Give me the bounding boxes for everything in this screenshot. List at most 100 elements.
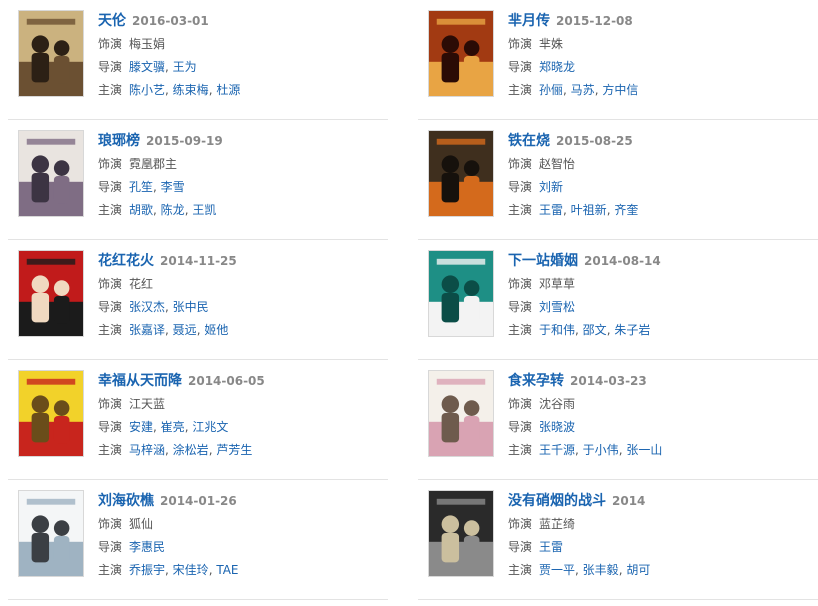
director-link[interactable]: 李雪 <box>161 180 185 194</box>
role-label: 饰演 <box>98 277 123 291</box>
air-date: 2014-01-26 <box>160 494 237 508</box>
separator: , <box>575 563 583 577</box>
drama-title-link[interactable]: 食来孕转 <box>508 373 564 389</box>
air-date: 2014 <box>612 494 646 508</box>
cast-link[interactable]: 王雷 <box>539 203 563 217</box>
drama-title-link[interactable]: 幸福从天而降 <box>98 373 182 389</box>
cast-link[interactable]: 齐奎 <box>614 203 638 217</box>
director-link[interactable]: 张晓波 <box>539 420 575 434</box>
poster-image[interactable] <box>428 250 494 337</box>
cast-link[interactable]: 王千源 <box>539 443 575 457</box>
cast-link[interactable]: 乔振宇 <box>129 563 165 577</box>
director-link[interactable]: 王为 <box>173 60 197 74</box>
director-link[interactable]: 江兆文 <box>192 420 228 434</box>
poster-image[interactable] <box>428 490 494 577</box>
drama-title-link[interactable]: 芈月传 <box>508 13 550 29</box>
cast-link[interactable]: 涂松岩 <box>173 443 209 457</box>
air-date: 2015-09-19 <box>146 134 223 148</box>
cast-label: 主演 <box>508 443 533 457</box>
drama-title-link[interactable]: 花红花火 <box>98 253 154 269</box>
cast-link[interactable]: 张嘉译 <box>129 323 165 337</box>
cast-link[interactable]: 邵文 <box>583 323 607 337</box>
list-item: 下一站婚姻 2014-08-14 饰演 邓草草 导演 刘雪松 主演 于和伟, 邵文, 朱… <box>418 240 818 360</box>
role-name: 霓凰郡主 <box>129 157 178 171</box>
cast-link[interactable]: 练束梅 <box>173 83 209 97</box>
director-link[interactable]: 李惠民 <box>129 540 165 554</box>
director-link[interactable]: 刘雪松 <box>539 300 575 314</box>
cast-link[interactable]: TAE <box>216 563 238 577</box>
air-date: 2016-03-01 <box>132 14 209 28</box>
cast-link[interactable]: 姬他 <box>204 323 228 337</box>
cast-link[interactable]: 宋佳玲 <box>173 563 209 577</box>
role-row: 饰演 梅玉娟 <box>98 33 388 56</box>
cast-link[interactable]: 张丰毅 <box>583 563 619 577</box>
cast-link[interactable]: 贾一平 <box>539 563 575 577</box>
cast-link[interactable]: 方中信 <box>602 83 638 97</box>
poster-image[interactable] <box>428 370 494 457</box>
cast-row: 主演 王雷, 叶祖新, 齐奎 <box>508 199 818 222</box>
cast-link[interactable]: 于小伟 <box>583 443 619 457</box>
list-item: 芈月传 2015-12-08 饰演 芈姝 导演 郑晓龙 主演 孙俪, 马苏, 方中信 <box>418 0 818 120</box>
role-row: 饰演 江天蓝 <box>98 393 388 416</box>
drama-title-link[interactable]: 铁在烧 <box>508 133 550 149</box>
cast-link[interactable]: 朱子岩 <box>614 323 650 337</box>
cast-link[interactable]: 张一山 <box>626 443 662 457</box>
director-link[interactable]: 安建 <box>129 420 153 434</box>
separator: , <box>575 323 583 337</box>
poster-image[interactable] <box>18 250 84 337</box>
role-label: 饰演 <box>98 37 123 51</box>
cast-link[interactable]: 王凯 <box>192 203 216 217</box>
air-date: 2014-08-14 <box>584 254 661 268</box>
poster-image[interactable] <box>428 130 494 217</box>
poster-art <box>19 131 83 216</box>
cast-label: 主演 <box>508 203 533 217</box>
director-link[interactable]: 郑晓龙 <box>539 60 575 74</box>
cast-link[interactable]: 孙俪 <box>539 83 563 97</box>
role-row: 饰演 花红 <box>98 273 388 296</box>
separator: , <box>563 83 571 97</box>
drama-title-link[interactable]: 刘海砍樵 <box>98 493 154 509</box>
cast-label: 主演 <box>508 323 533 337</box>
drama-title-link[interactable]: 下一站婚姻 <box>508 253 578 269</box>
director-label: 导演 <box>508 420 533 434</box>
director-label: 导演 <box>98 180 123 194</box>
cast-label: 主演 <box>98 83 123 97</box>
cast-label: 主演 <box>98 563 123 577</box>
poster-image[interactable] <box>428 10 494 97</box>
director-link[interactable]: 张中民 <box>173 300 209 314</box>
cast-link[interactable]: 陈小艺 <box>129 83 165 97</box>
cast-link[interactable]: 聂远 <box>173 323 197 337</box>
role-row: 饰演 赵智怡 <box>508 153 818 176</box>
cast-link[interactable]: 芦芳生 <box>216 443 252 457</box>
director-link[interactable]: 刘新 <box>539 180 563 194</box>
director-label: 导演 <box>98 540 123 554</box>
cast-link[interactable]: 陈龙 <box>161 203 185 217</box>
cast-link[interactable]: 马梓涵 <box>129 443 165 457</box>
cast-link[interactable]: 马苏 <box>571 83 595 97</box>
role-row: 饰演 霓凰郡主 <box>98 153 388 176</box>
cast-link[interactable]: 胡歌 <box>129 203 153 217</box>
cast-row: 主演 马梓涵, 涂松岩, 芦芳生 <box>98 439 388 462</box>
drama-title-link[interactable]: 琅琊榜 <box>98 133 140 149</box>
cast-link[interactable]: 叶祖新 <box>571 203 607 217</box>
filmography-list: 天伦 2016-03-01 饰演 梅玉娟 导演 滕文骥, 王为 主演 陈小艺, 练束梅,… <box>8 0 818 600</box>
director-link[interactable]: 崔亮 <box>161 420 185 434</box>
director-link[interactable]: 滕文骥 <box>129 60 165 74</box>
cast-label: 主演 <box>508 83 533 97</box>
poster-image[interactable] <box>18 370 84 457</box>
cast-link[interactable]: 杜源 <box>216 83 240 97</box>
director-link[interactable]: 孔笙 <box>129 180 153 194</box>
director-row: 导演 安建, 崔亮, 江兆文 <box>98 416 388 439</box>
director-link[interactable]: 张汉杰 <box>129 300 165 314</box>
poster-image[interactable] <box>18 10 84 97</box>
role-label: 饰演 <box>508 37 533 51</box>
director-link[interactable]: 王雷 <box>539 540 563 554</box>
drama-title-link[interactable]: 没有硝烟的战斗 <box>508 493 606 509</box>
cast-link[interactable]: 胡可 <box>626 563 650 577</box>
poster-image[interactable] <box>18 130 84 217</box>
poster-art <box>19 11 83 96</box>
cast-link[interactable]: 于和伟 <box>539 323 575 337</box>
drama-title-link[interactable]: 天伦 <box>98 13 126 29</box>
director-label: 导演 <box>508 60 533 74</box>
poster-image[interactable] <box>18 490 84 577</box>
